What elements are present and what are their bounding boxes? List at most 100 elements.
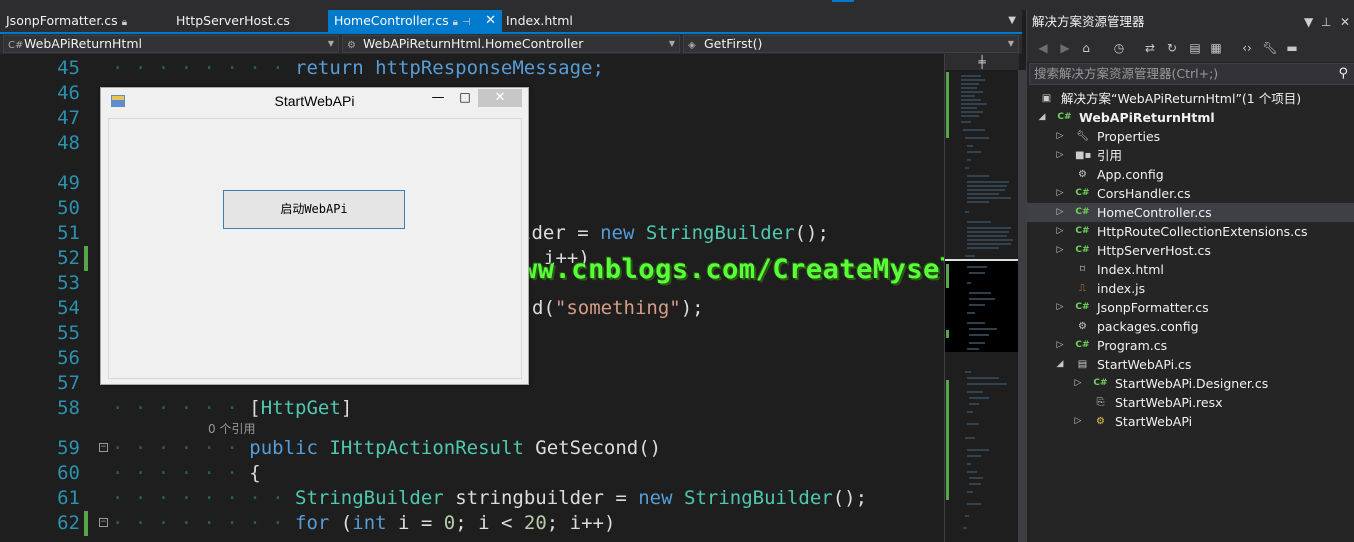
back-icon[interactable]: ◀ <box>1035 40 1051 56</box>
collapsed-arrow-icon[interactable]: ▷ <box>1055 127 1065 146</box>
tree-item-label: 解决方案“WebAPiReturnHtml”(1 个项目) <box>1061 91 1302 106</box>
properties-icon[interactable]: 🔧︎ <box>1262 40 1278 56</box>
line-number: 47 <box>57 107 80 129</box>
minimap-change-marker <box>946 330 949 338</box>
panel-menu-icon[interactable]: ▼ <box>1304 10 1313 34</box>
collapsed-arrow-icon[interactable]: ▷ <box>1055 184 1065 203</box>
collapse-icon[interactable]: − <box>99 443 108 452</box>
collapsed-arrow-icon[interactable]: ▷ <box>1055 298 1065 317</box>
tree-item-label: WebAPiReturnHtml <box>1079 110 1215 125</box>
code-token: StringBuilder <box>684 487 833 509</box>
tree-item-packages-config[interactable]: ⚙ packages.config <box>1027 317 1354 336</box>
tree-item-label: App.config <box>1097 167 1164 182</box>
refresh-icon[interactable]: ↻ <box>1164 40 1180 56</box>
tree-item-httproutecollectionextensions[interactable]: ▷ C# HttpRouteCollectionExtensions.cs <box>1027 222 1354 241</box>
close-tab-icon[interactable]: ✕ <box>485 10 496 32</box>
show-all-files-icon[interactable]: ▦ <box>1208 40 1224 56</box>
config-icon: ⚙ <box>1078 321 1087 332</box>
history-icon[interactable]: ◷ <box>1111 40 1127 56</box>
expanded-arrow-icon[interactable]: ◢ <box>1037 108 1047 127</box>
minimap-viewport-preview <box>967 266 997 350</box>
pin-icon[interactable]: ⊣ <box>462 17 471 28</box>
collapsed-arrow-icon[interactable]: ▷ <box>1055 336 1065 355</box>
line-number: 48 <box>57 132 80 154</box>
tree-item-startwebapi-class[interactable]: ▷ ⚙ StartWebAPi <box>1027 412 1354 431</box>
tree-item-label: packages.config <box>1097 319 1199 334</box>
csharp-file-icon: C# <box>1075 245 1090 255</box>
close-icon[interactable]: ✕ <box>1340 10 1350 34</box>
sync-icon[interactable]: ⇄ <box>1142 40 1158 56</box>
tree-item-jsonpformatter[interactable]: ▷ C# JsonpFormatter.cs <box>1027 298 1354 317</box>
collapsed-arrow-icon[interactable]: ▷ <box>1055 146 1065 165</box>
tree-item-corshandler[interactable]: ▷ C# CorsHandler.cs <box>1027 184 1354 203</box>
collapsed-arrow-icon[interactable]: ▷ <box>1055 203 1065 222</box>
code-text: · · · · · · · · return httpResponseMessa… <box>112 57 604 79</box>
tree-item-startwebapi-resx[interactable]: ⎘ StartWebAPi.resx <box>1027 393 1354 412</box>
tree-item-startwebapi-designer[interactable]: ▷ C# StartWebAPi.Designer.cs <box>1027 374 1354 393</box>
collapse-all-icon[interactable]: ▤ <box>1187 40 1203 56</box>
code-view-icon[interactable]: ‹› <box>1239 40 1255 56</box>
forward-icon[interactable]: ▶ <box>1057 40 1073 56</box>
window-title-bar[interactable]: StartWebAPi — □ ✕ <box>101 88 528 114</box>
tab-homecontroller[interactable]: HomeController.cs 🔒︎ ⊣ ✕ <box>328 10 502 32</box>
project-dropdown[interactable]: C#WebAPiReturnHtml ▼ <box>3 35 339 53</box>
code-token: ; i < <box>455 512 524 534</box>
tree-item-project[interactable]: ◢ C# WebAPiReturnHtml <box>1027 108 1354 127</box>
expanded-arrow-icon[interactable]: ◢ <box>1055 355 1065 374</box>
code-minimap[interactable]: ╪ <box>944 54 1026 542</box>
line-number: 55 <box>57 322 80 344</box>
minimize-button[interactable]: — <box>430 90 446 105</box>
collapsed-arrow-icon[interactable]: ▷ <box>1055 222 1065 241</box>
code-token: "something" <box>554 297 681 319</box>
minimap-viewport[interactable] <box>945 259 1019 352</box>
tree-item-solution[interactable]: ▣ 解决方案“WebAPiReturnHtml”(1 个项目) <box>1027 89 1354 108</box>
csharp-file-icon: C# <box>1075 340 1090 350</box>
collapsed-arrow-icon[interactable]: ▷ <box>1055 241 1065 260</box>
line-number: 52 <box>57 247 80 269</box>
tab-index-html[interactable]: Index.html <box>500 10 620 32</box>
member-dropdown[interactable]: ◈ GetFirst() ▼ <box>683 35 1019 53</box>
code-token: StringBuilder <box>645 222 795 244</box>
solution-icon: ▣ <box>1041 93 1052 104</box>
collapsed-arrow-icon[interactable]: ▷ <box>1073 374 1083 393</box>
solution-explorer-search[interactable]: 搜索解决方案资源管理器(Ctrl+;) ⚲ <box>1029 63 1354 85</box>
startwebapi-window[interactable]: StartWebAPi — □ ✕ 启动WebAPi <box>100 87 529 385</box>
tab-jsonpformatter[interactable]: JsonpFormatter.cs 🔒︎ <box>0 10 160 32</box>
tab-httpserverhost[interactable]: HttpServerHost.cs <box>170 10 326 32</box>
collapse-icon[interactable]: − <box>99 518 108 527</box>
tree-item-program[interactable]: ▷ C# Program.cs <box>1027 336 1354 355</box>
code-text: d("something"); <box>532 296 704 321</box>
tree-item-label: Index.html <box>1097 262 1164 277</box>
line-number: 57 <box>57 372 80 394</box>
close-button[interactable]: ✕ <box>478 89 522 107</box>
config-icon: ⚙ <box>1078 169 1087 180</box>
pin-icon[interactable]: ⊥ <box>1321 10 1331 34</box>
tree-item-index-js[interactable]: ⎍ index.js <box>1027 279 1354 298</box>
tree-item-references[interactable]: ▷ ■▪ 引用 <box>1027 146 1354 165</box>
code-line: 60 · · · · · · { <box>0 461 944 486</box>
collapsed-arrow-icon[interactable]: ▷ <box>1073 412 1083 431</box>
code-token: 0 <box>443 512 456 534</box>
maximize-button[interactable]: □ <box>457 90 473 104</box>
csharp-file-icon: C# <box>1075 226 1090 236</box>
start-webapi-button[interactable]: 启动WebAPi <box>223 190 405 229</box>
tree-item-startwebapi[interactable]: ◢ ▤ StartWebAPi.cs <box>1027 355 1354 374</box>
vertical-scrollbar[interactable] <box>1018 70 1026 542</box>
tree-item-properties[interactable]: ▷ 🔧︎ Properties <box>1027 127 1354 146</box>
home-icon[interactable]: ⌂ <box>1078 40 1094 56</box>
code-line: 58 · · · · · · [HttpGet] <box>0 396 944 421</box>
codelens-references[interactable]: 0 个引用 <box>208 420 255 437</box>
tab-overflow-dropdown-icon[interactable]: ▼ <box>1008 10 1016 32</box>
tree-item-label: StartWebAPi.Designer.cs <box>1115 376 1269 391</box>
line-number: 56 <box>57 347 80 369</box>
tree-item-app-config[interactable]: ⚙ App.config <box>1027 165 1354 184</box>
split-editor-icon[interactable]: ╪ <box>945 54 1019 70</box>
search-icon[interactable]: ⚲ <box>1338 64 1348 84</box>
class-icon: ⚙ <box>1096 416 1105 427</box>
class-dropdown[interactable]: ⚙ WebAPiReturnHtml.HomeController ▼ <box>342 35 680 53</box>
tree-item-httpserverhost[interactable]: ▷ C# HttpServerHost.cs <box>1027 241 1354 260</box>
tree-item-homecontroller[interactable]: ▷ C# HomeController.cs <box>1027 203 1354 222</box>
preview-icon[interactable]: ▬ <box>1284 40 1300 56</box>
tree-item-index-html[interactable]: ⌑ Index.html <box>1027 260 1354 279</box>
minimap-change-marker <box>946 72 949 138</box>
